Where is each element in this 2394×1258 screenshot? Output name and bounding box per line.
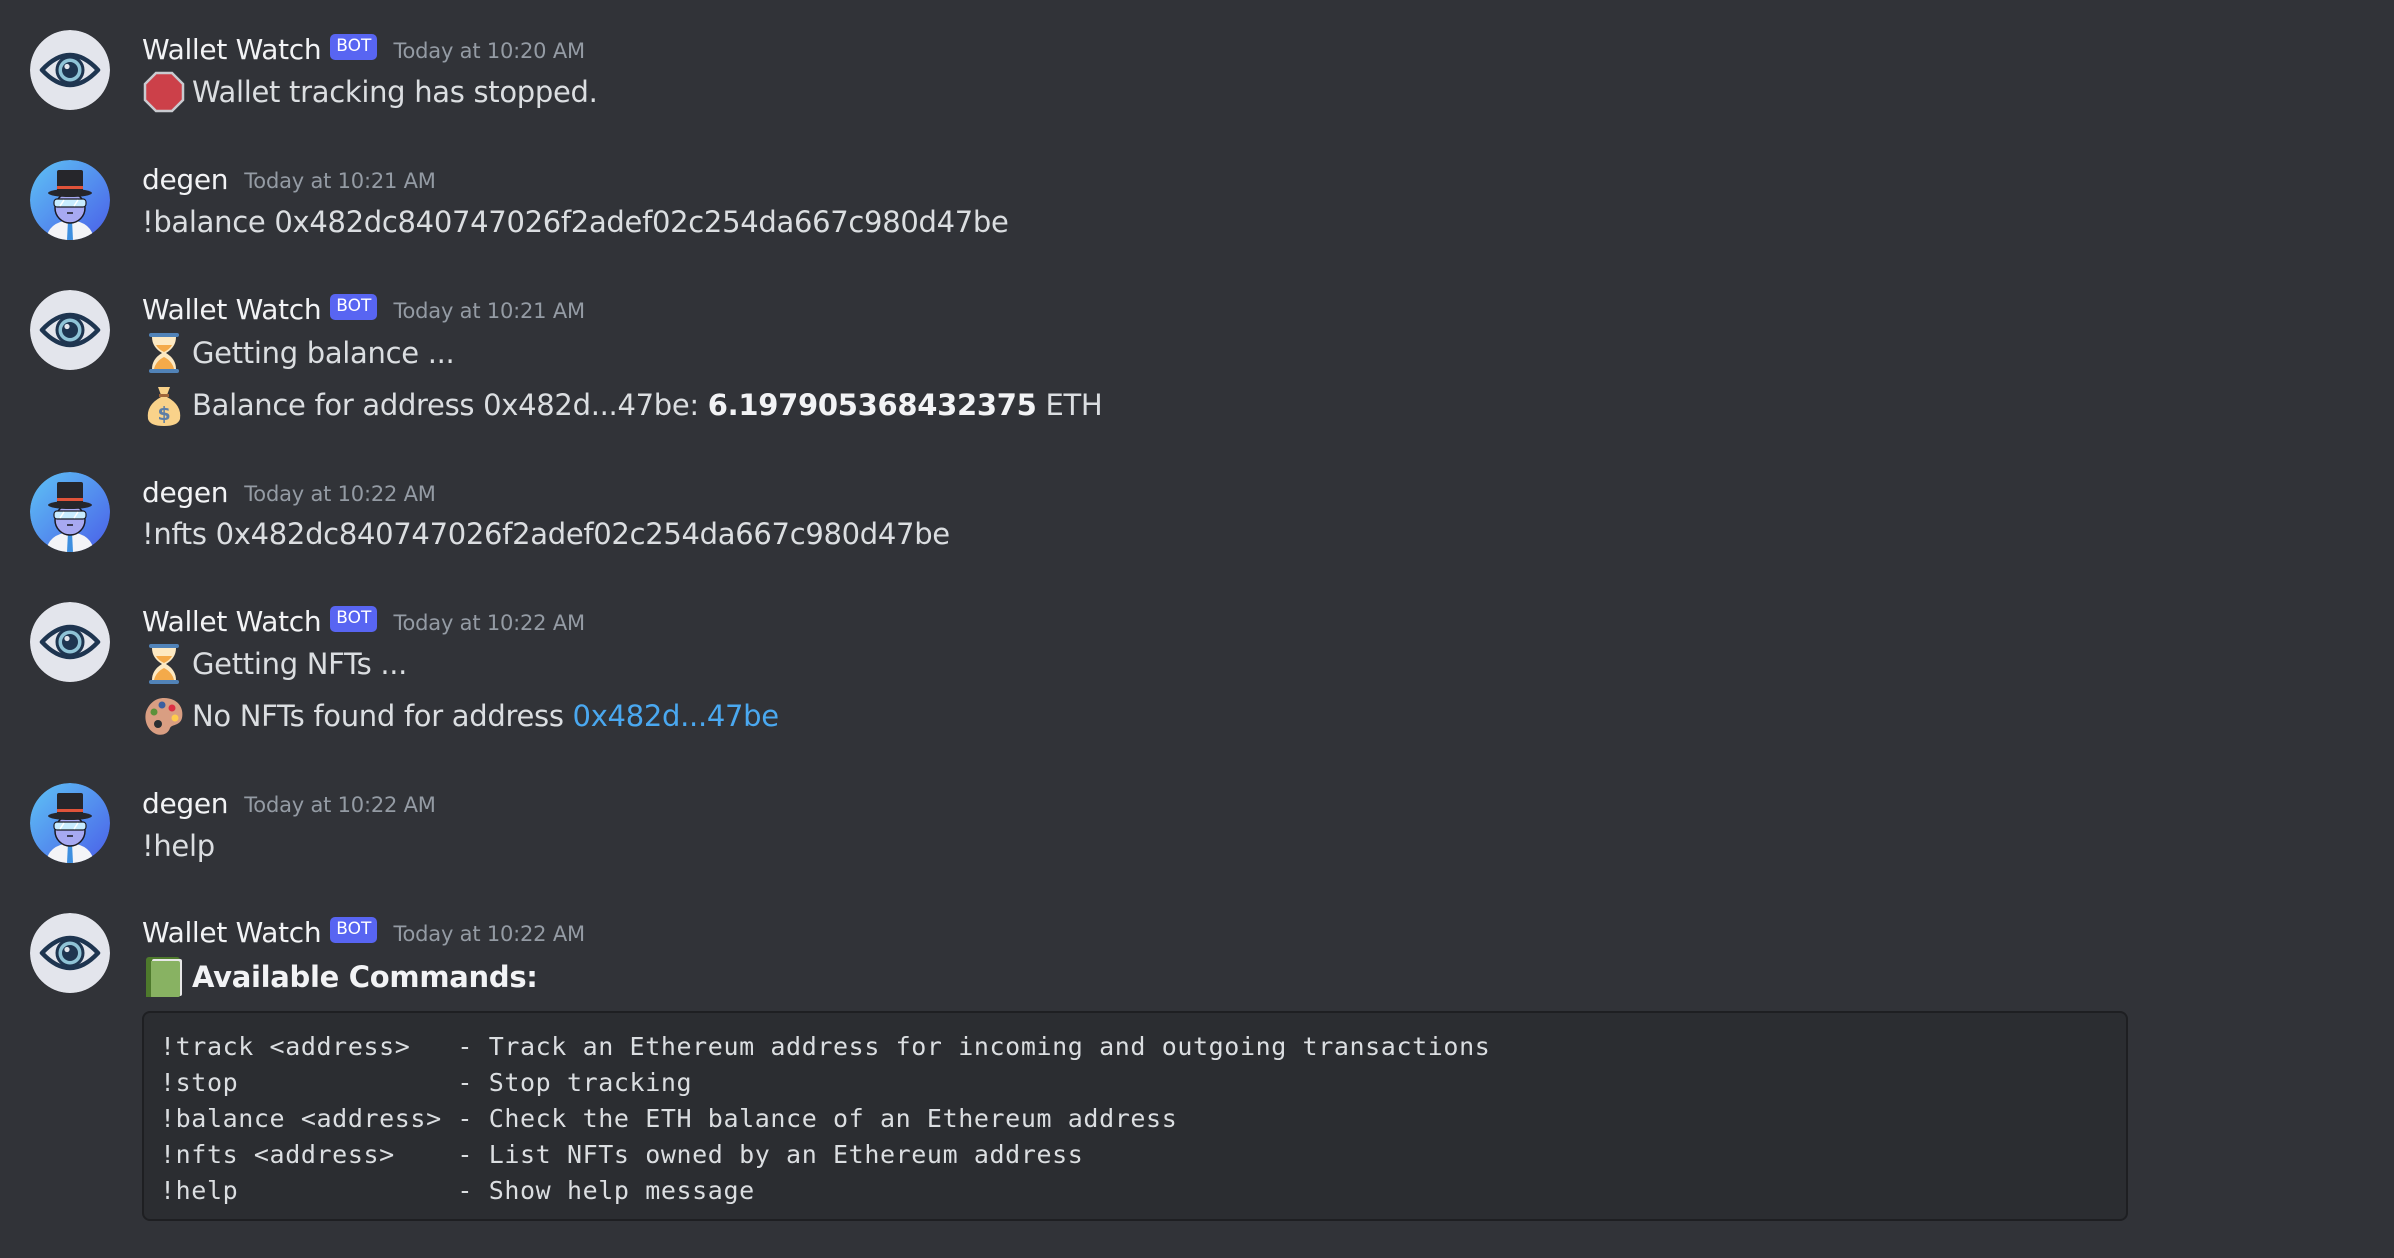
timestamp[interactable]: Today at 10:22 AM <box>393 922 585 946</box>
command-row: !balance <address> - Check the ETH balan… <box>160 1101 2126 1137</box>
bot-badge: BOT <box>330 294 378 320</box>
username[interactable]: Wallet Watch <box>142 33 322 66</box>
message-text: Getting NFTs ... <box>192 647 408 681</box>
command: !track <address> <box>160 1032 442 1061</box>
message-content: Getting NFTs ... <box>142 642 407 686</box>
message-header: degen Today at 10:22 AM <box>142 784 436 822</box>
command-description: - Check the ETH balance of an Ethereum a… <box>441 1104 1178 1133</box>
command: !stop <box>160 1068 442 1097</box>
command: !help <box>160 1176 442 1205</box>
timestamp[interactable]: Today at 10:22 AM <box>393 611 585 635</box>
stop-sign-icon <box>142 70 186 114</box>
eye-icon <box>30 913 110 993</box>
command-row: !help - Show help message <box>160 1173 2126 1209</box>
help-heading: Available Commands: <box>192 960 538 994</box>
message-content: !help <box>142 824 215 868</box>
timestamp[interactable]: Today at 10:22 AM <box>244 482 436 506</box>
hourglass-icon <box>142 642 186 686</box>
command-row: !track <address> - Track an Ethereum add… <box>160 1029 2126 1065</box>
user-avatar[interactable] <box>30 783 110 863</box>
command-row: !nfts <address> - List NFTs owned by an … <box>160 1137 2126 1173</box>
artist-palette-icon <box>142 694 186 738</box>
message-text: !help <box>142 829 215 863</box>
eye-icon <box>30 30 110 110</box>
message-text: Wallet tracking has stopped. <box>192 75 598 109</box>
eye-icon <box>30 290 110 370</box>
message-text: !balance 0x482dc840747026f2adef02c254da6… <box>142 205 1009 239</box>
green-book-icon <box>142 955 186 999</box>
balance-label: Balance for address 0x482d...47be: <box>192 388 708 422</box>
user-avatar[interactable] <box>30 160 110 240</box>
message-content: No NFTs found for address 0x482d...47be <box>142 694 779 738</box>
top-hat-character-icon <box>30 160 110 240</box>
username[interactable]: degen <box>142 476 229 509</box>
timestamp[interactable]: Today at 10:22 AM <box>244 793 436 817</box>
code-block[interactable]: !track <address> - Track an Ethereum add… <box>142 1011 2128 1221</box>
message-header: degen Today at 10:21 AM <box>142 160 436 198</box>
command-description: - Track an Ethereum address for incoming… <box>441 1032 1491 1061</box>
message-header: Wallet Watch BOT Today at 10:21 AM <box>142 290 585 328</box>
timestamp[interactable]: Today at 10:20 AM <box>393 39 585 63</box>
message-header: Wallet Watch BOT Today at 10:20 AM <box>142 30 585 68</box>
message-content: Wallet tracking has stopped. <box>142 70 598 114</box>
user-avatar[interactable] <box>30 472 110 552</box>
username[interactable]: Wallet Watch <box>142 293 322 326</box>
message-header: degen Today at 10:22 AM <box>142 473 436 511</box>
bot-badge: BOT <box>330 606 378 632</box>
top-hat-character-icon <box>30 783 110 863</box>
message-text: Getting balance ... <box>192 336 455 370</box>
address-link[interactable]: 0x482d...47be <box>573 699 780 733</box>
command: !nfts <address> <box>160 1140 442 1169</box>
command: !balance <address> <box>160 1104 442 1133</box>
bot-badge: BOT <box>330 917 378 943</box>
timestamp[interactable]: Today at 10:21 AM <box>393 299 585 323</box>
bot-avatar[interactable] <box>30 30 110 110</box>
eye-icon <box>30 602 110 682</box>
hourglass-icon <box>142 331 186 375</box>
command-description: - Show help message <box>441 1176 755 1205</box>
message-content: !nfts 0x482dc840747026f2adef02c254da667c… <box>142 512 950 556</box>
message-text: No NFTs found for address <box>192 699 573 733</box>
bot-avatar[interactable] <box>30 602 110 682</box>
timestamp[interactable]: Today at 10:21 AM <box>244 169 436 193</box>
top-hat-character-icon <box>30 472 110 552</box>
balance-unit: ETH <box>1036 388 1103 422</box>
username[interactable]: degen <box>142 787 229 820</box>
message-header: Wallet Watch BOT Today at 10:22 AM <box>142 913 585 951</box>
command-description: - List NFTs owned by an Ethereum address <box>441 1140 1084 1169</box>
command-row: !stop - Stop tracking <box>160 1065 2126 1101</box>
username[interactable]: degen <box>142 163 229 196</box>
username[interactable]: Wallet Watch <box>142 605 322 638</box>
bot-avatar[interactable] <box>30 290 110 370</box>
message-text: !nfts 0x482dc840747026f2adef02c254da667c… <box>142 517 950 551</box>
command-description: - Stop tracking <box>441 1068 693 1097</box>
balance-value: 6.197905368432375 <box>707 388 1037 422</box>
bot-badge: BOT <box>330 34 378 60</box>
chat-message-list: Wallet Watch BOT Today at 10:20 AM Walle… <box>0 0 2394 1258</box>
bot-avatar[interactable] <box>30 913 110 993</box>
message-content: !balance 0x482dc840747026f2adef02c254da6… <box>142 200 1009 244</box>
message-content: Balance for address 0x482d...47be: 6.197… <box>142 383 1103 427</box>
username[interactable]: Wallet Watch <box>142 916 322 949</box>
message-content: Getting balance ... <box>142 331 455 375</box>
money-bag-icon <box>142 383 186 427</box>
message-content: Available Commands: <box>142 955 538 999</box>
message-header: Wallet Watch BOT Today at 10:22 AM <box>142 602 585 640</box>
